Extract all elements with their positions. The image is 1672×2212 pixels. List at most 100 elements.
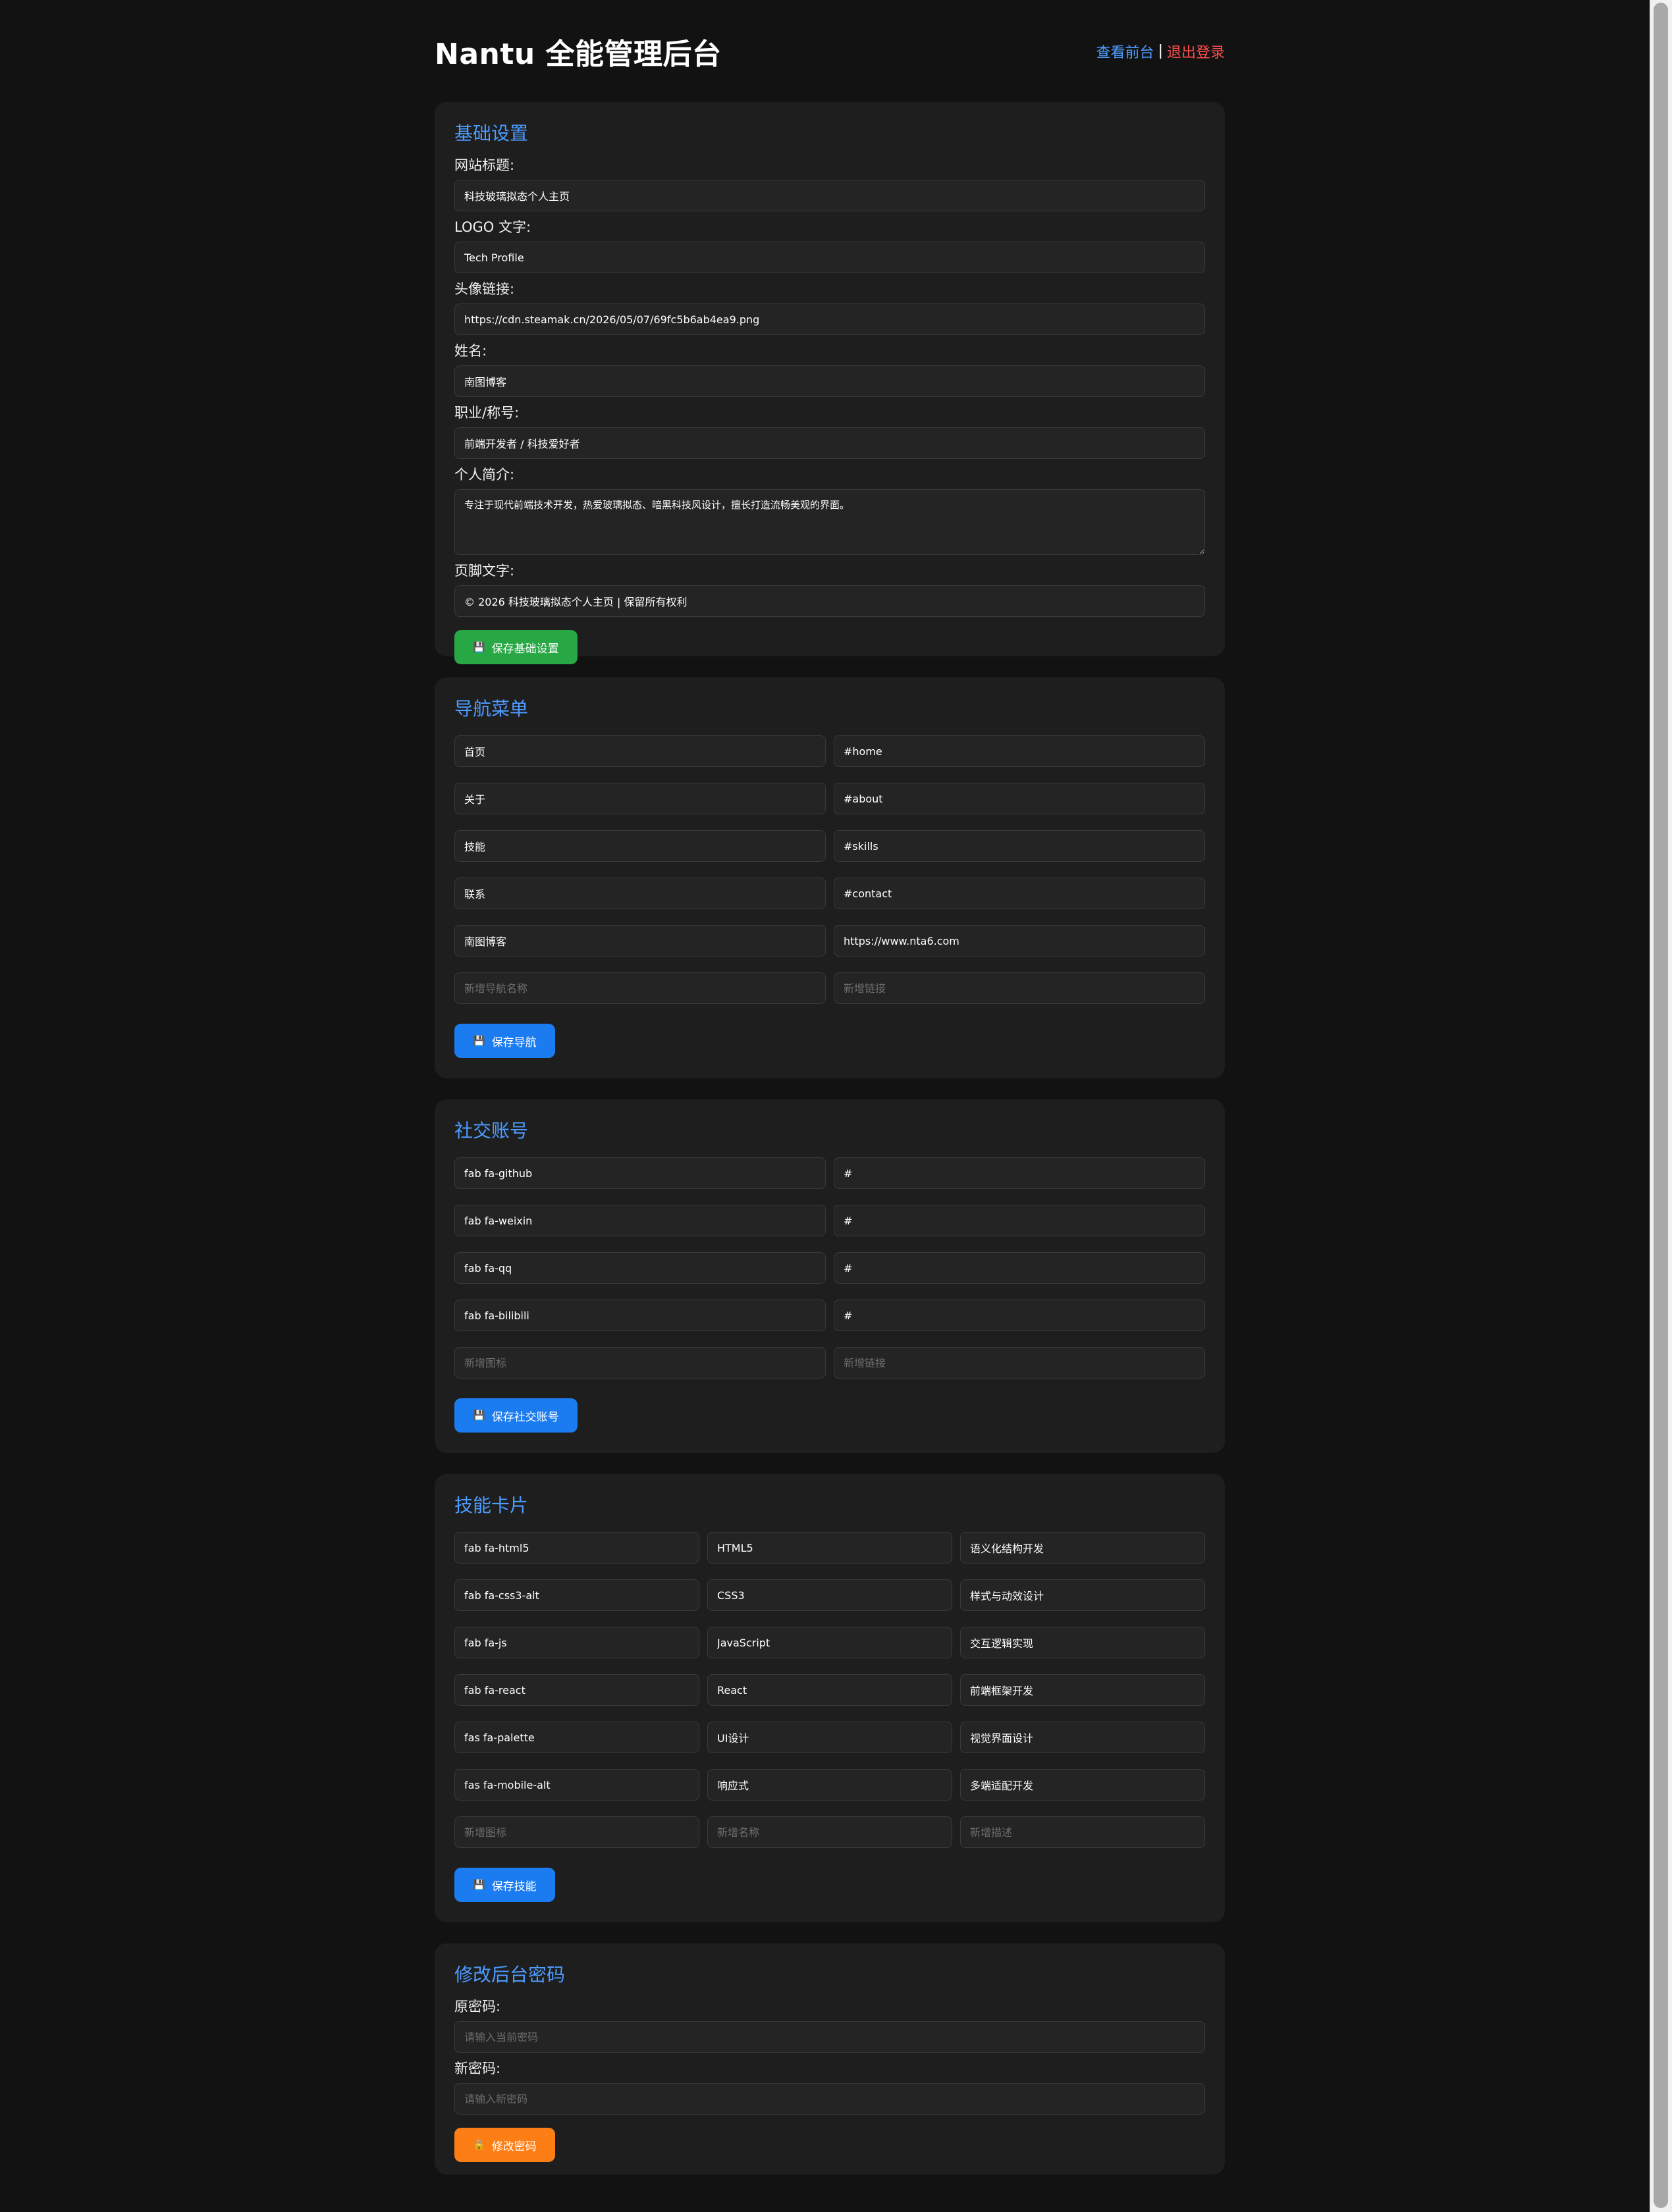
skill-row (454, 1674, 1205, 1706)
new-social-icon-input[interactable] (454, 1347, 826, 1379)
footer-text-input[interactable] (454, 585, 1205, 617)
new-password-input[interactable] (454, 2083, 1205, 2115)
skill-desc-input[interactable] (960, 1627, 1205, 1658)
skill-name-input[interactable] (707, 1674, 952, 1706)
nav-row (454, 830, 1205, 862)
link-separator: | (1158, 43, 1163, 59)
new-nav-link-input[interactable] (834, 972, 1205, 1004)
save-basic-label: 保存基础设置 (491, 642, 559, 656)
nav-menu-title: 导航菜单 (454, 698, 529, 720)
skill-name-input[interactable] (707, 1627, 952, 1658)
social-icon-input[interactable] (454, 1157, 826, 1189)
skill-name-input[interactable] (707, 1769, 952, 1801)
floppy-disk-icon: 💾 (473, 1879, 485, 1891)
logo-text-field: LOGO 文字: (454, 217, 1205, 273)
site-title-input[interactable] (454, 180, 1205, 211)
header-links: 查看前台 | 退出登录 (1096, 41, 1225, 62)
social-accounts-card: 社交账号 💾 保存社交账号 (435, 1099, 1225, 1453)
skill-row (454, 1769, 1205, 1801)
basic-settings-card: 基础设置 网站标题: LOGO 文字: 头像链接: 姓名: 职业/称号: 个人简… (435, 102, 1225, 664)
nav-link-input[interactable] (834, 783, 1205, 814)
nav-row (454, 783, 1205, 814)
skill-desc-input[interactable] (960, 1769, 1205, 1801)
nav-link-input[interactable] (834, 830, 1205, 862)
social-row (454, 1157, 1205, 1189)
scrollbar-thumb[interactable] (1654, 3, 1668, 2208)
nav-name-input[interactable] (454, 783, 826, 814)
save-social-label: 保存社交账号 (491, 1410, 559, 1424)
job-title-field: 职业/称号: (454, 402, 1205, 459)
name-input[interactable] (454, 365, 1205, 397)
admin-container: Nantu 全能管理后台 查看前台 | 退出登录 基础设置 网站标题: LOGO… (435, 0, 1225, 2174)
save-skills-button[interactable]: 💾 保存技能 (454, 1868, 555, 1902)
bio-textarea[interactable]: 专注于现代前端技术开发，热爱玻璃拟态、暗黑科技风设计，擅长打造流畅美观的界面。 (454, 489, 1205, 555)
save-social-button[interactable]: 💾 保存社交账号 (454, 1398, 578, 1433)
site-title-label: 网站标题: (454, 157, 515, 173)
skill-name-input[interactable] (707, 1579, 952, 1611)
view-front-link[interactable]: 查看前台 (1096, 41, 1154, 62)
logo-text-label: LOGO 文字: (454, 219, 531, 235)
nav-name-input[interactable] (454, 878, 826, 909)
social-icon-input[interactable] (454, 1252, 826, 1284)
save-nav-button[interactable]: 💾 保存导航 (454, 1024, 555, 1058)
skill-desc-input[interactable] (960, 1532, 1205, 1564)
job-title-label: 职业/称号: (454, 405, 520, 421)
page-title: Nantu 全能管理后台 (435, 37, 722, 71)
nav-name-input[interactable] (454, 830, 826, 862)
social-icon-input[interactable] (454, 1205, 826, 1236)
old-password-input[interactable] (454, 2021, 1205, 2053)
skill-icon-input[interactable] (454, 1579, 699, 1611)
skill-icon-input[interactable] (454, 1674, 699, 1706)
logout-link[interactable]: 退出登录 (1167, 41, 1225, 62)
skill-icon-input[interactable] (454, 1722, 699, 1753)
avatar-url-input[interactable] (454, 303, 1205, 335)
change-password-button[interactable]: 🔒 修改密码 (454, 2128, 555, 2162)
job-title-input[interactable] (454, 427, 1205, 459)
social-link-input[interactable] (834, 1205, 1205, 1236)
name-label: 姓名: (454, 343, 487, 359)
new-skill-desc-input[interactable] (960, 1816, 1205, 1848)
skill-icon-input[interactable] (454, 1627, 699, 1658)
social-row (454, 1252, 1205, 1284)
skill-desc-input[interactable] (960, 1722, 1205, 1753)
footer-text-label: 页脚文字: (454, 563, 515, 579)
logo-text-input[interactable] (454, 242, 1205, 273)
change-password-title: 修改后台密码 (454, 1964, 566, 1986)
skill-row (454, 1627, 1205, 1658)
new-nav-name-input[interactable] (454, 972, 826, 1004)
social-link-input[interactable] (834, 1157, 1205, 1189)
social-icon-input[interactable] (454, 1300, 826, 1331)
skill-row (454, 1722, 1205, 1753)
change-password-card: 修改后台密码 原密码: 新密码: 🔒 修改密码 (435, 1943, 1225, 2174)
nav-link-input[interactable] (834, 878, 1205, 909)
social-link-input[interactable] (834, 1252, 1205, 1284)
nav-name-input[interactable] (454, 735, 826, 767)
footer-text-field: 页脚文字: (454, 560, 1205, 617)
social-row (454, 1300, 1205, 1331)
social-row (454, 1205, 1205, 1236)
save-skills-label: 保存技能 (491, 1880, 537, 1893)
skill-desc-input[interactable] (960, 1674, 1205, 1706)
avatar-url-label: 头像链接: (454, 281, 515, 297)
nav-link-input[interactable] (834, 925, 1205, 957)
skill-icon-input[interactable] (454, 1532, 699, 1564)
nav-new-row (454, 972, 1205, 1004)
new-skill-icon-input[interactable] (454, 1816, 699, 1848)
save-basic-button[interactable]: 💾 保存基础设置 (454, 630, 578, 664)
new-skill-name-input[interactable] (707, 1816, 952, 1848)
name-field: 姓名: (454, 340, 1205, 397)
nav-link-input[interactable] (834, 735, 1205, 767)
social-link-input[interactable] (834, 1300, 1205, 1331)
skill-desc-input[interactable] (960, 1579, 1205, 1611)
page-scrollbar[interactable] (1650, 0, 1672, 2212)
site-title-field: 网站标题: (454, 155, 1205, 211)
nav-name-input[interactable] (454, 925, 826, 957)
new-social-link-input[interactable] (834, 1347, 1205, 1379)
skill-name-input[interactable] (707, 1722, 952, 1753)
bio-field: 个人简介: 专注于现代前端技术开发，热爱玻璃拟态、暗黑科技风设计，擅长打造流畅美… (454, 464, 1205, 555)
skill-name-input[interactable] (707, 1532, 952, 1564)
skill-icon-input[interactable] (454, 1769, 699, 1801)
skill-row (454, 1579, 1205, 1611)
skill-new-row (454, 1816, 1205, 1848)
old-password-field: 原密码: (454, 1996, 1205, 2053)
